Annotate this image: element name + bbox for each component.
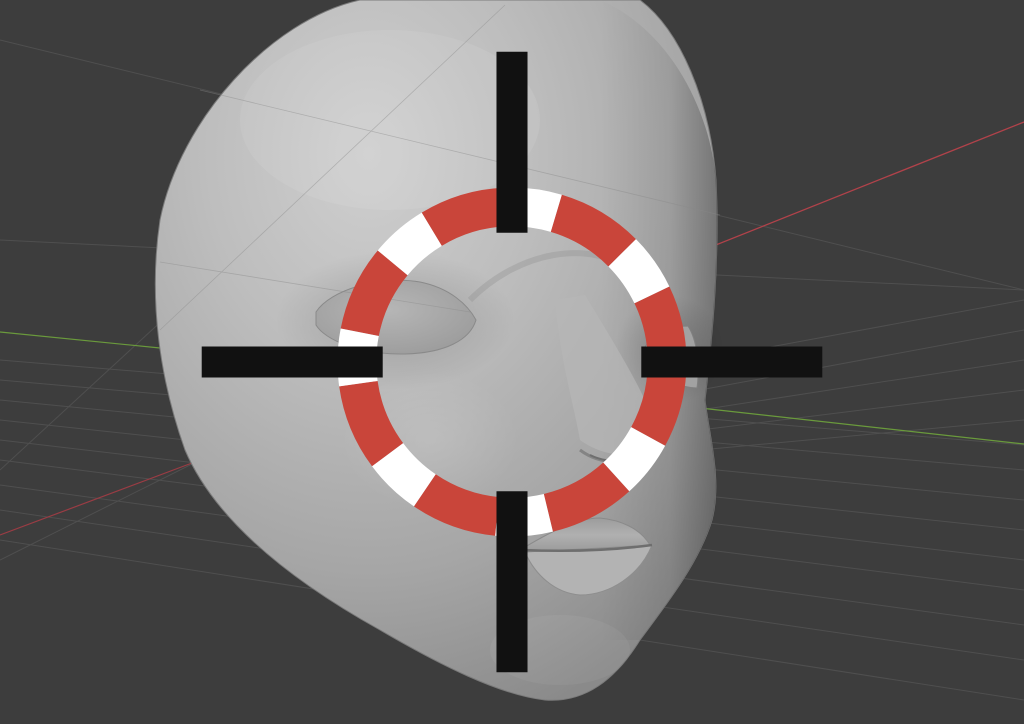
3d-viewport[interactable]: [0, 0, 1024, 724]
3d-cursor-icon[interactable]: [0, 0, 1024, 724]
